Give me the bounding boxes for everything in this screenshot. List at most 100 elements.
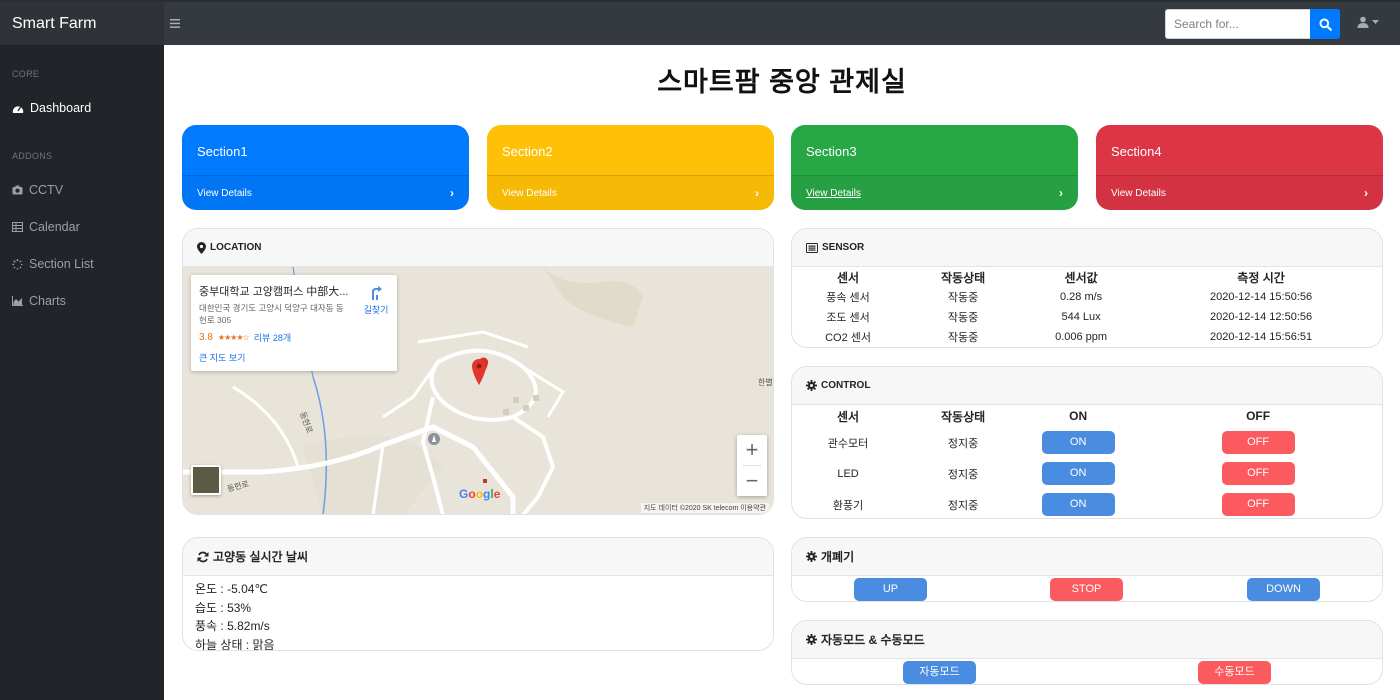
page-title: 스마트팜 중앙 관제실 xyxy=(657,67,907,97)
weather-wind-speed: 풍속 : 5.82m/s xyxy=(195,619,270,633)
zoom-in-button[interactable]: + xyxy=(737,435,767,465)
search-button[interactable] xyxy=(1310,9,1340,39)
section-title: Section3 xyxy=(806,144,857,159)
manual-mode-button[interactable]: 수동모드 xyxy=(1198,661,1271,684)
column-header: 작동상태 xyxy=(941,409,986,424)
opener-down-button[interactable]: DOWN xyxy=(1247,578,1320,601)
sidebar-heading-core: CORE xyxy=(12,69,40,79)
sidebar-item-dashboard[interactable]: Dashboard xyxy=(12,101,91,115)
sensor-title: SENSOR xyxy=(822,242,865,253)
tachometer-icon xyxy=(12,105,24,113)
table-row: 풍속 센서 작동중 0.28 m/s 2020-12-14 15:50:56 xyxy=(792,287,1382,307)
sidebar-item-cctv[interactable]: CCTV xyxy=(12,183,63,197)
column-header: 센서값 xyxy=(1064,270,1098,285)
brand-logo[interactable]: Smart Farm xyxy=(0,2,164,45)
sidebar-toggle-icon[interactable] xyxy=(170,15,180,31)
table-row: CO2 센서 작동중 0.006 ppm 2020-12-14 15:56:51 xyxy=(792,327,1382,347)
map-view[interactable]: 중부대학교 고양캠퍼스 中部大... 대한민국 경기도 고양시 덕양구 대자동 … xyxy=(183,267,773,514)
table-row: 환풍기 정지중 ON OFF xyxy=(792,489,1382,518)
sensor-status: 작동중 xyxy=(947,312,979,324)
weather-header: 고양동 실시간 날씨 xyxy=(183,538,773,576)
road-label: 한별 xyxy=(758,378,773,387)
weather-card: 고양동 실시간 날씨 온도 : -5.04℃ 습도 : 53% 풍속 : 5.8… xyxy=(182,537,774,651)
device-status: 정지중 xyxy=(947,468,979,481)
opener-up-button[interactable]: UP xyxy=(854,578,927,601)
column-header: 센서 xyxy=(837,409,860,424)
directions-button[interactable]: 길찾기 xyxy=(358,285,394,316)
sensor-name: CO2 센서 xyxy=(825,332,871,344)
column-header: 작동상태 xyxy=(941,270,986,285)
opener-header: 개폐기 xyxy=(792,538,1382,576)
directions-label: 길찾기 xyxy=(363,305,389,315)
view-details-link[interactable]: View Details xyxy=(806,188,861,199)
user-icon xyxy=(1357,16,1369,28)
zoom-control: + − xyxy=(737,435,767,496)
area-chart-icon xyxy=(12,296,23,306)
view-details-link[interactable]: View Details xyxy=(1111,188,1166,199)
weather-title: 고양동 실시간 날씨 xyxy=(213,550,308,564)
user-menu-button[interactable] xyxy=(1357,16,1379,28)
mode-header: 자동모드 & 수동모드 xyxy=(792,621,1382,659)
weather-sky-state: 하늘 상태 : 맑음 xyxy=(195,637,275,651)
column-header: 측정 시간 xyxy=(1237,270,1285,285)
top-navbar: Smart Farm xyxy=(0,0,1400,45)
table-icon xyxy=(12,222,23,232)
table-row: 관수모터 정지중 ON OFF xyxy=(792,427,1382,458)
device-name: LED xyxy=(837,467,859,480)
sidebar-item-calendar[interactable]: Calendar xyxy=(12,220,80,234)
device-name: 관수모터 xyxy=(827,437,869,450)
location-title: LOCATION xyxy=(210,242,262,253)
sidebar-item-label: Calendar xyxy=(29,220,80,234)
camera-icon xyxy=(12,185,23,195)
control-card: CONTROL 센서 작동상태 ON OFF 관수모터 정지중 ON OFF L… xyxy=(791,366,1383,519)
zoom-out-button[interactable]: − xyxy=(737,466,767,496)
reviews-link[interactable]: 리뷰 28개 xyxy=(254,331,291,344)
map-marker-icon xyxy=(197,241,206,254)
map-attribution: 지도 데이터 ©2020 SK telecom 이용약관 xyxy=(640,503,769,513)
gear-icon xyxy=(806,634,817,645)
view-details-link[interactable]: View Details xyxy=(197,188,252,199)
sidebar-item-label: Dashboard xyxy=(30,101,92,115)
auto-mode-button[interactable]: 자동모드 xyxy=(903,661,976,684)
pump-on-button[interactable]: ON xyxy=(1041,431,1115,454)
chevron-right-icon: › xyxy=(1059,186,1063,200)
chevron-right-icon: › xyxy=(755,186,759,200)
weather-temperature: 온도 : -5.04℃ xyxy=(195,582,268,596)
mode-controls: 자동모드 수동모드 xyxy=(792,659,1382,684)
led-off-button[interactable]: OFF xyxy=(1221,462,1295,485)
section-card-1: Section1 View Details › xyxy=(182,125,469,210)
list-alt-icon xyxy=(806,242,818,253)
rating-stars-icon: ★★★★☆ xyxy=(217,333,250,342)
sensor-name: 조도 센서 xyxy=(826,312,870,324)
sensor-value: 0.006 ppm xyxy=(1055,331,1108,343)
sidebar-item-section-list[interactable]: Section List xyxy=(12,257,94,271)
gear-icon xyxy=(806,551,817,562)
control-header: CONTROL xyxy=(792,367,1382,405)
sidebar-item-charts[interactable]: Charts xyxy=(12,294,66,308)
fan-off-button[interactable]: OFF xyxy=(1221,493,1295,516)
search-icon xyxy=(1318,17,1332,31)
sensor-table: 센서 작동상태 센서값 측정 시간 풍속 센서 작동중 0.28 m/s 202… xyxy=(792,267,1382,347)
opener-card: 개폐기 UP STOP DOWN xyxy=(791,537,1383,602)
sidebar-item-label: CCTV xyxy=(29,183,64,197)
opener-stop-button[interactable]: STOP xyxy=(1050,578,1123,601)
location-card: LOCATION 중부대학교 고양캠퍼스 中部大... 대한민국 경기도 고양시… xyxy=(182,228,774,515)
column-header: OFF xyxy=(1246,409,1271,423)
sidebar-item-label: Charts xyxy=(29,294,66,308)
satellite-view-toggle[interactable] xyxy=(191,465,221,495)
pump-off-button[interactable]: OFF xyxy=(1221,431,1295,454)
view-details-link[interactable]: View Details xyxy=(502,188,557,199)
fan-on-button[interactable]: ON xyxy=(1041,493,1115,516)
sidebar-heading-addons: ADDONS xyxy=(12,151,53,161)
section-title: Section2 xyxy=(502,144,553,159)
search-input[interactable] xyxy=(1165,9,1310,39)
sensor-value: 0.28 m/s xyxy=(1060,291,1103,303)
led-on-button[interactable]: ON xyxy=(1041,462,1115,485)
section-card-3: Section3 View Details › xyxy=(791,125,1078,210)
search-form xyxy=(1165,9,1340,39)
sidebar: CORE Dashboard ADDONS CCTV Calendar Sect… xyxy=(0,45,164,700)
spinner-icon xyxy=(12,258,23,270)
sensor-time: 2020-12-14 15:50:56 xyxy=(1209,291,1313,303)
view-larger-map-link[interactable]: 큰 지도 보기 xyxy=(199,351,245,364)
weather-humidity: 습도 : 53% xyxy=(195,600,252,615)
